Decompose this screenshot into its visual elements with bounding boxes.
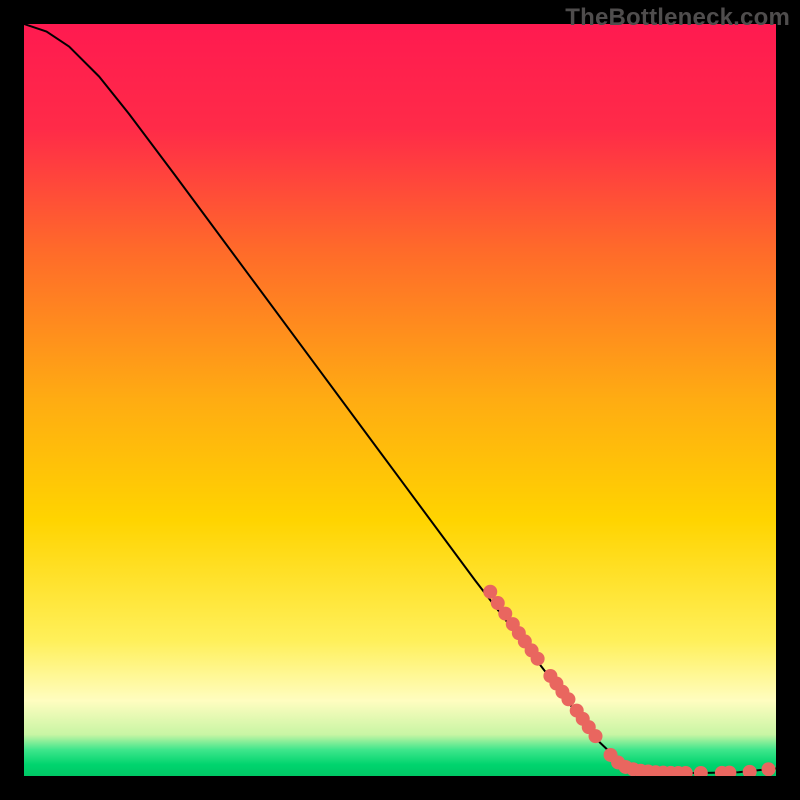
data-dot [561,692,575,706]
data-dot [531,652,545,666]
chart-svg [24,24,776,776]
watermark-text: TheBottleneck.com [565,4,790,32]
data-dot [589,729,603,743]
data-dot [761,762,775,776]
chart-frame: TheBottleneck.com [0,0,800,800]
plot-area [24,24,776,776]
gradient-background [24,24,776,776]
